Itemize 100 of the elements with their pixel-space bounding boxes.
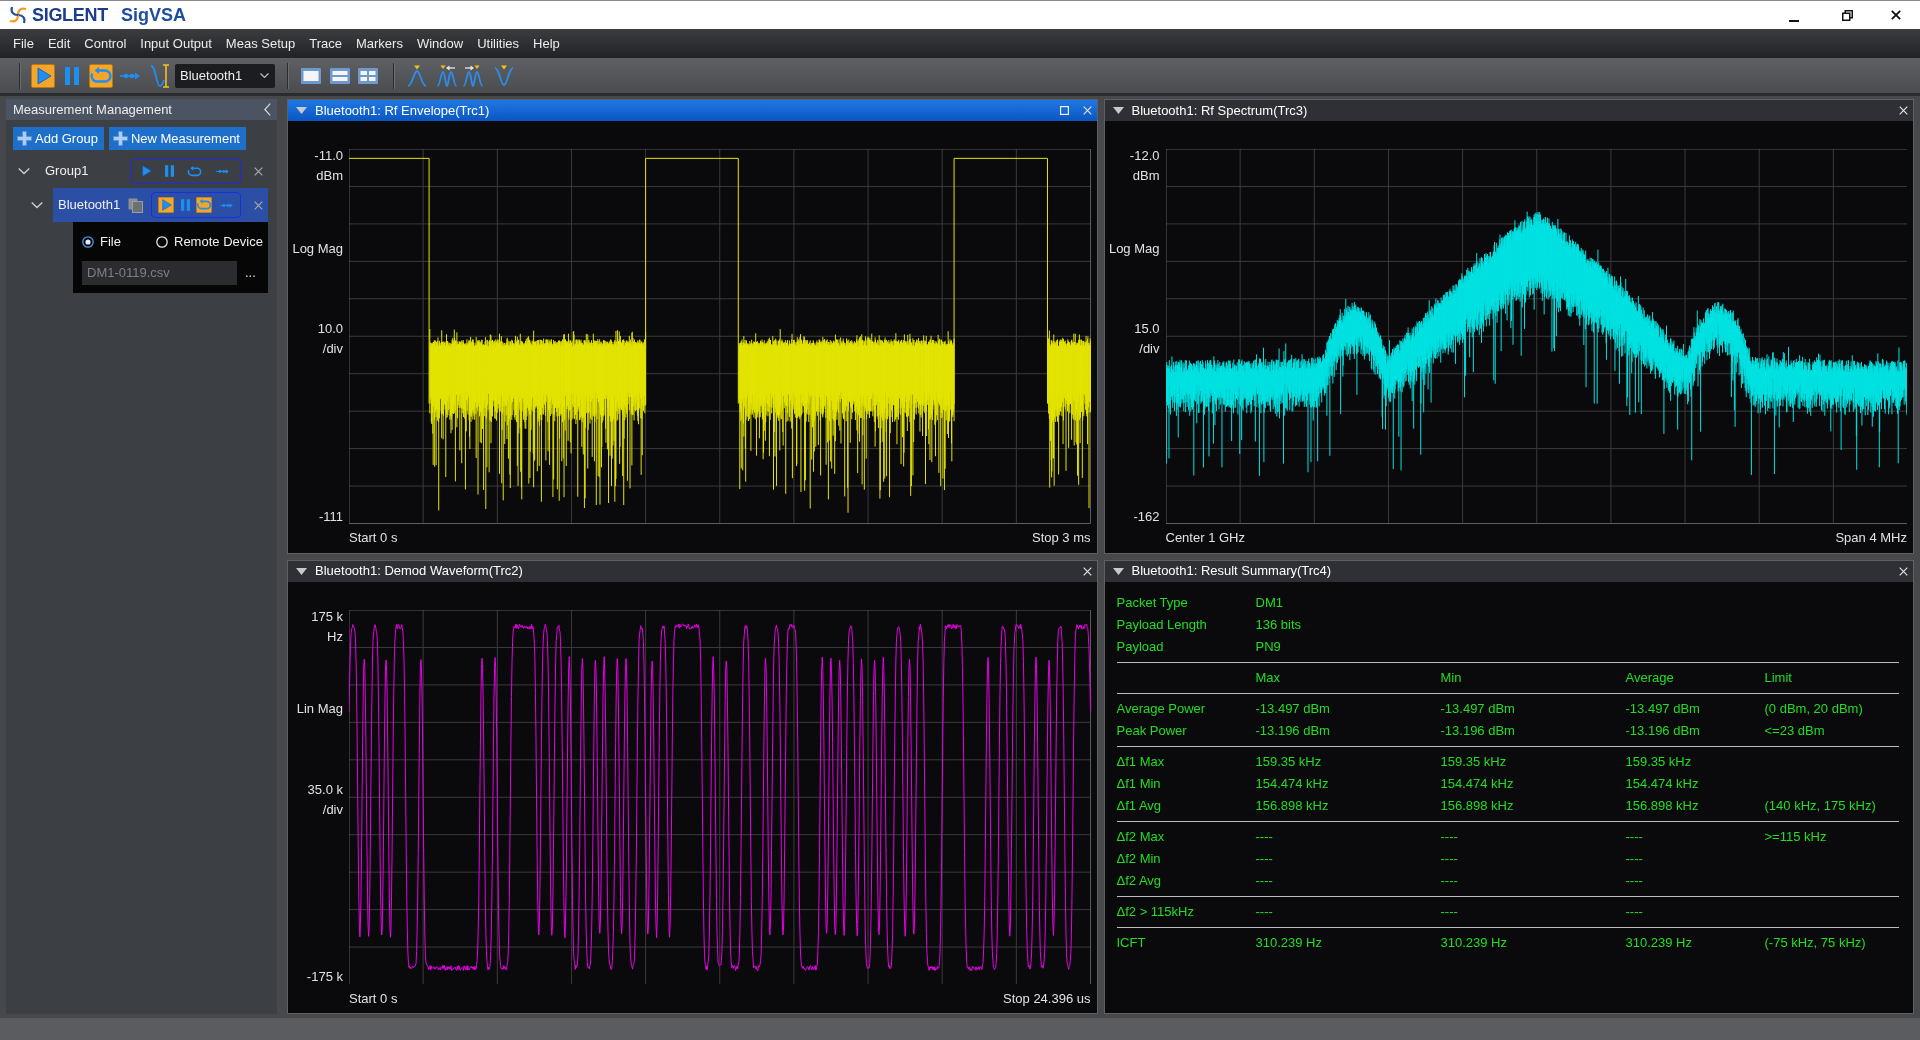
menu-item[interactable]: Help: [533, 33, 560, 54]
axis-label: 35.0 k: [307, 780, 343, 799]
summary-value: 159.35 kHz: [1440, 752, 1507, 771]
axis-label: Start 0 s: [349, 529, 398, 548]
tree-item[interactable]: Group1: [45, 161, 89, 181]
menu-item[interactable]: File: [13, 33, 34, 54]
triangle-down-icon[interactable]: [296, 567, 307, 575]
caret-down-icon[interactable]: [260, 73, 269, 78]
summary-value: DM1: [1255, 593, 1283, 612]
radio-option[interactable]: Remote Device: [156, 232, 263, 252]
chevron-left-icon[interactable]: [264, 103, 271, 116]
maximize-icon[interactable]: [1059, 106, 1069, 115]
axis-label: -175 k: [306, 968, 343, 986]
play-icon[interactable]: [158, 197, 175, 213]
split-layout-icon[interactable]: [330, 67, 350, 84]
summary-value: 154.474 kHz: [1255, 774, 1329, 793]
summary-value: ----: [1255, 902, 1273, 921]
axis-label: Log Mag: [292, 239, 343, 258]
menu-item[interactable]: Trace: [309, 33, 342, 54]
summary-value: ----: [1440, 902, 1458, 921]
axis-label: 175 k: [311, 607, 343, 626]
swirl-logo-icon: [8, 5, 28, 25]
summary-label: Δf2 Avg: [1116, 871, 1162, 890]
summary-label: Δf1 Max: [1116, 752, 1165, 771]
summary-value: ----: [1440, 871, 1458, 890]
play-icon[interactable]: [142, 165, 153, 177]
summary-value: ----: [1255, 849, 1273, 868]
summary-value: -13.196 dBm: [1625, 721, 1700, 740]
tree-item[interactable]: Bluetooth1: [58, 195, 121, 215]
chevron-down-icon[interactable]: [31, 199, 43, 211]
radio-option[interactable]: File: [82, 232, 156, 252]
restore-icon[interactable]: [1842, 9, 1853, 21]
summary-label: Payload: [1116, 637, 1164, 656]
axis-label: -162: [1133, 507, 1160, 526]
panel-title: Bluetooth1: Rf Spectrum(Trc3): [1131, 101, 1308, 120]
radio-icon[interactable]: [82, 236, 94, 248]
summary-value: 156.898 kHz: [1625, 796, 1699, 815]
summary-value: -13.497 dBm: [1255, 699, 1330, 718]
file-path-field[interactable]: DM1-0119.csv: [82, 261, 237, 285]
summary-value: 156.898 kHz: [1255, 796, 1329, 815]
summary-label: Packet Type: [1116, 593, 1188, 612]
summary-label: Average Power: [1116, 699, 1206, 718]
peak-left-icon[interactable]: [437, 64, 457, 87]
menu-item[interactable]: Input Output: [140, 33, 212, 54]
axis-label: Start 0 s: [349, 989, 398, 1008]
summary-value: 159.35 kHz: [1255, 752, 1322, 771]
chevron-down-icon[interactable]: [18, 165, 30, 177]
axis-label: /div: [322, 800, 343, 819]
close-icon[interactable]: [1891, 10, 1901, 20]
summary-value: 154.474 kHz: [1625, 774, 1699, 793]
pause-icon[interactable]: [65, 66, 79, 85]
axis-label: Lin Mag: [296, 700, 343, 718]
copy-icon[interactable]: [128, 197, 144, 213]
triangle-down-icon[interactable]: [1112, 567, 1124, 575]
grid-layout-icon[interactable]: [358, 67, 378, 84]
menu-item[interactable]: Window: [416, 33, 464, 54]
summary-label: Δf2 Min: [1116, 849, 1161, 868]
axis-label: /div: [1139, 340, 1160, 359]
loop-icon[interactable]: [186, 165, 202, 177]
menu-item[interactable]: Markers: [355, 33, 403, 54]
peak-right-icon[interactable]: [463, 64, 483, 87]
summary-value: PN9: [1255, 637, 1281, 656]
loop-icon[interactable]: [89, 63, 113, 88]
axis-label: -12.0: [1129, 147, 1160, 165]
valley-marker-icon[interactable]: [494, 64, 514, 87]
triangle-down-icon[interactable]: [296, 107, 307, 114]
summary-value: (140 kHz, 175 kHz): [1764, 796, 1876, 815]
dotted-arrow-icon[interactable]: [119, 71, 141, 80]
add-button[interactable]: New Measurement: [108, 127, 246, 150]
panel-title: Bluetooth1: Result Summary(Trc4): [1131, 562, 1332, 581]
panel-title: Bluetooth1: Demod Waveform(Trc2): [315, 562, 523, 581]
summary-value: -13.497 dBm: [1440, 699, 1515, 718]
summary-value: 156.898 kHz: [1440, 796, 1514, 815]
triangle-down-icon[interactable]: [1112, 107, 1124, 114]
loop-icon[interactable]: [196, 197, 213, 213]
pause-icon[interactable]: [180, 199, 190, 211]
menu-item[interactable]: Edit: [47, 33, 71, 54]
column-header: Average: [1625, 668, 1674, 687]
measurement-dropdown[interactable]: Bluetooth1: [175, 63, 275, 88]
curve-bracket-icon[interactable]: [150, 62, 170, 89]
single-layout-icon[interactable]: [301, 67, 321, 84]
add-button[interactable]: Add Group: [13, 127, 104, 150]
dotted-arrow-icon[interactable]: [214, 168, 230, 174]
menu-item[interactable]: Control: [84, 33, 127, 54]
summary-value: -13.196 dBm: [1255, 721, 1330, 740]
summary-value: (-75 kHz, 75 kHz): [1764, 933, 1866, 952]
menu-item[interactable]: Meas Setup: [225, 33, 296, 54]
axis-label: Log Mag: [1108, 239, 1160, 258]
summary-label: ICFT: [1116, 933, 1146, 952]
column-header: Min: [1440, 668, 1462, 687]
play-icon[interactable]: [31, 63, 55, 88]
column-header: Limit: [1764, 668, 1792, 687]
dotted-arrow-icon[interactable]: [218, 202, 234, 208]
menu-item[interactable]: Utilities: [477, 33, 520, 54]
peak-marker-icon[interactable]: [407, 64, 427, 87]
browse-button[interactable]: ...: [245, 266, 256, 280]
plus-icon: [112, 131, 128, 146]
panel-title: Bluetooth1: Rf Envelope(Trc1): [315, 101, 490, 120]
pause-icon[interactable]: [165, 165, 175, 177]
summary-value: 154.474 kHz: [1440, 774, 1514, 793]
